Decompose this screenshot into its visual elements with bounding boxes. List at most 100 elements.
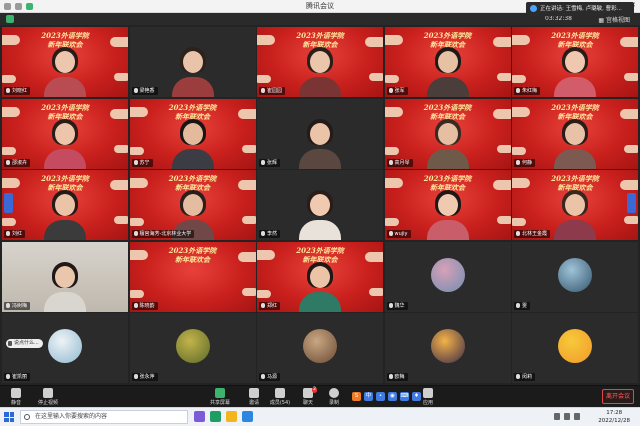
cloud-decoration-icon xyxy=(2,218,16,226)
participant-avatar xyxy=(175,329,210,363)
share-screen-button[interactable]: 共享屏幕 xyxy=(206,388,234,406)
members-label: 成员(54) xyxy=(269,400,291,406)
start-button[interactable] xyxy=(4,412,14,422)
participant-tile[interactable]: 张永萍 xyxy=(129,313,256,383)
cloud-decoration-icon xyxy=(384,75,399,83)
participant-nameplate: 魏华 xyxy=(386,301,408,310)
participant-tile[interactable]: 魏华 xyxy=(384,241,511,312)
face-shape xyxy=(565,122,585,145)
cloud-decoration-icon xyxy=(624,144,638,153)
participant-tile[interactable]: 2023外语学院 新年联欢会 郑红 xyxy=(257,241,383,312)
participant-nameplate: 梁艳香 xyxy=(131,87,158,95)
participant-video xyxy=(426,188,469,240)
edge-icon[interactable] xyxy=(210,411,221,422)
leave-meeting-button[interactable]: 离开会议 xyxy=(602,389,634,404)
participant-tile[interactable]: 2023外语学院 新年联欢会 朱红梅 xyxy=(512,27,638,97)
punct-icon[interactable]: • xyxy=(376,392,385,401)
participant-tile[interactable]: 2023外语学院 新年联欢会 何静 xyxy=(512,98,638,169)
cloud-decoration-icon xyxy=(257,289,271,298)
muted-mic-icon xyxy=(6,159,10,165)
participant-tile[interactable]: 梁艳香 xyxy=(129,27,256,97)
participant-tile[interactable]: 张辉 xyxy=(257,98,383,169)
members-button[interactable]: 成员(54) xyxy=(266,388,294,406)
chat-button[interactable]: 2 聊天 xyxy=(294,387,322,406)
say-something-input[interactable]: 说点什么... xyxy=(6,339,43,348)
muted-mic-icon xyxy=(516,159,520,165)
cloud-decoration-icon xyxy=(512,218,526,226)
cloud-decoration-icon xyxy=(512,178,530,188)
muted-mic-icon xyxy=(388,159,393,165)
participant-nameplate: 张辉 xyxy=(259,158,281,167)
voice-icon[interactable]: ◉ xyxy=(388,392,397,401)
next-page-arrow-icon[interactable] xyxy=(627,193,636,213)
clock-date: 2022/12/28 xyxy=(598,418,630,424)
muted-mic-icon xyxy=(133,88,138,93)
keyboard-icon[interactable]: ⌨ xyxy=(400,392,409,401)
stop-video-label: 停止视频 xyxy=(37,400,58,406)
cloud-decoration-icon xyxy=(624,216,638,224)
muted-mic-icon xyxy=(261,159,265,165)
mute-button[interactable]: 静音 xyxy=(2,388,30,406)
participant-tile[interactable]: 2023外语学院 新年联欢会 刘红 xyxy=(2,170,128,240)
participant-tile[interactable]: 说点什么... 崔凯丽 xyxy=(2,313,128,383)
participant-tile[interactable]: 闵莉 xyxy=(512,313,638,383)
cloud-decoration-icon xyxy=(2,35,20,45)
participant-nameplate: 高月琴 xyxy=(386,158,413,167)
security-icon[interactable] xyxy=(6,15,14,23)
participant-tile[interactable]: 马源 xyxy=(257,313,383,383)
participant-tile[interactable]: 2023外语学院 新年联欢会 张军 xyxy=(384,27,511,97)
participant-tile[interactable]: 2023外语学院 新年联欢会 崔园园 xyxy=(257,27,383,97)
participant-name: 闵莉 xyxy=(522,374,533,380)
participant-tile[interactable]: 2023外语学院 新年联欢会 邵淑卉 xyxy=(2,98,128,169)
input-method-bar: S 中 • ◉ ⌨ ♦ xyxy=(352,392,421,401)
explorer-icon[interactable] xyxy=(226,411,237,422)
participant-tile[interactable]: 2023外语学院 新年联欢会 wujiy xyxy=(384,170,511,240)
participant-tile[interactable]: 2023外语学院 新年联欢会 高月琴 xyxy=(384,98,511,169)
event-title-line1: 2023外语学院 xyxy=(551,31,599,40)
sogou-icon[interactable]: S xyxy=(352,392,361,401)
participant-nameplate: 崔园园 xyxy=(259,87,286,95)
volume-icon[interactable] xyxy=(564,413,570,420)
network-icon[interactable] xyxy=(554,413,560,420)
participant-tile[interactable]: 雯 xyxy=(512,241,638,312)
event-title-line1: 2023外语学院 xyxy=(551,174,599,183)
participant-tile[interactable]: 冯树梅 xyxy=(2,241,128,312)
cloud-decoration-icon xyxy=(241,216,256,224)
invite-button[interactable]: 邀请 xyxy=(240,388,268,406)
prev-page-arrow-icon[interactable] xyxy=(4,193,13,213)
tencent-meeting-icon[interactable] xyxy=(242,411,253,422)
clock[interactable]: 17:28 2022/12/28 xyxy=(598,409,630,425)
face-shape xyxy=(55,265,75,288)
muted-mic-icon xyxy=(388,88,393,93)
muted-mic-icon xyxy=(516,374,520,379)
muted-mic-icon xyxy=(388,374,393,379)
apps-button[interactable]: 应用 xyxy=(414,388,442,406)
participant-name: 刘红 xyxy=(12,231,23,237)
stop-video-button[interactable]: 停止视频 xyxy=(34,388,62,406)
participant-video xyxy=(299,45,341,97)
record-button[interactable]: 录制 xyxy=(320,388,348,406)
participant-video xyxy=(171,45,214,97)
participant-tile[interactable]: 欧梅 xyxy=(384,313,511,383)
body-shape xyxy=(426,77,469,97)
participant-tile[interactable]: 2023外语学院 新年联欢会 檀宫海芳-北京林业大学 xyxy=(129,170,256,240)
cloud-decoration-icon xyxy=(369,287,383,296)
view-switch-button[interactable]: ▦ 宫格视图 xyxy=(598,15,630,24)
participant-tile[interactable]: 2023外语学院 新年联欢会 陈晓韵 xyxy=(129,241,256,312)
participant-tile[interactable]: 2023外语学院 新年联欢会 刘晓红 xyxy=(2,27,128,97)
participant-name: 邵淑卉 xyxy=(12,159,28,166)
participant-nameplate: 檀宫海芳-北京林业大学 xyxy=(131,230,195,238)
participant-video xyxy=(426,117,469,169)
cloud-decoration-icon xyxy=(110,37,128,47)
task-view-icon[interactable] xyxy=(194,411,205,422)
participant-name: 北林王金霞 xyxy=(522,231,548,237)
lang-icon[interactable]: 中 xyxy=(364,392,373,401)
participant-nameplate: 北林王金霞 xyxy=(514,230,551,238)
cloud-decoration-icon xyxy=(2,146,16,155)
taskbar-search[interactable]: 在这里输入你要搜索的内容 xyxy=(20,410,188,424)
ime-icon[interactable] xyxy=(574,413,580,420)
participant-tile[interactable]: 2023外语学院 新年联欢会 北林王金霞 xyxy=(512,170,638,240)
participant-tile[interactable]: 李然 xyxy=(257,170,383,240)
participant-tile[interactable]: 2023外语学院 新年联欢会 苏宁 xyxy=(129,98,256,169)
cloud-decoration-icon xyxy=(110,180,128,190)
